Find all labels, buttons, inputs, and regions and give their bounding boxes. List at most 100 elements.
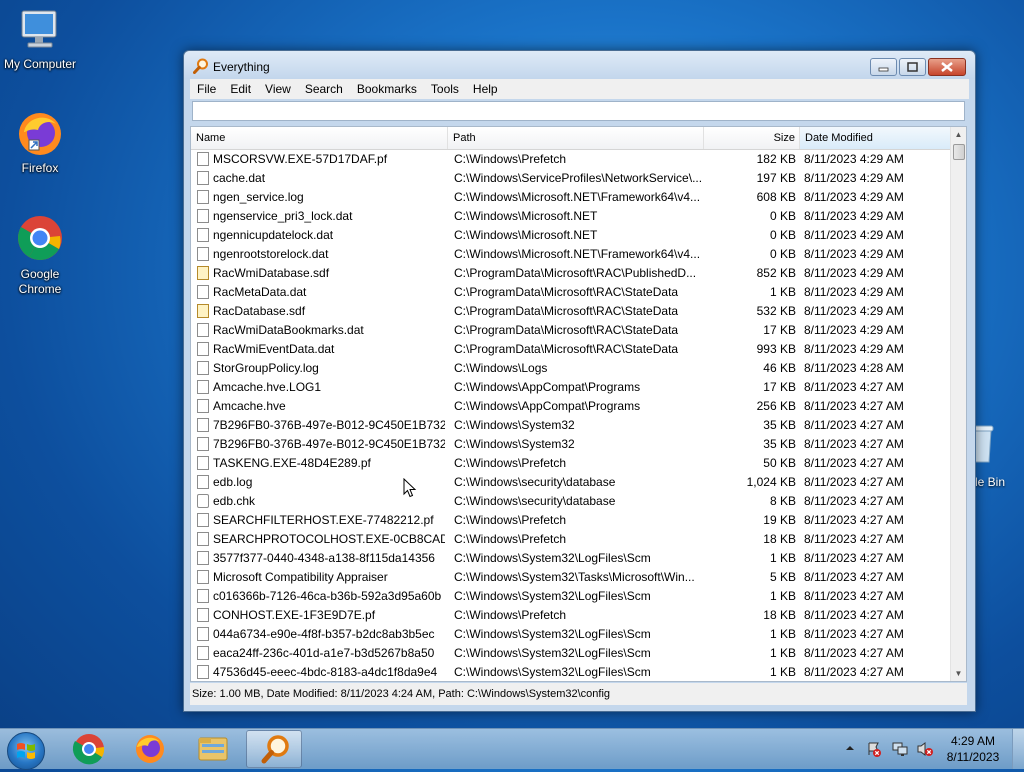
close-icon bbox=[941, 62, 953, 72]
maximize-icon bbox=[907, 62, 918, 72]
menu-tools[interactable]: Tools bbox=[424, 79, 466, 96]
chrome-taskbar-button[interactable] bbox=[61, 730, 117, 768]
table-row[interactable]: Microsoft Compatibility Appraiser C:\Wind… bbox=[191, 568, 953, 587]
table-row[interactable]: ngennicupdatelock.dat C:\Windows\Microsof… bbox=[191, 226, 953, 245]
cell-size: 1 KB bbox=[769, 627, 796, 641]
file-icon bbox=[197, 494, 209, 508]
cell-size: 35 KB bbox=[763, 437, 796, 451]
cell-name: RacWmiEventData.dat bbox=[213, 342, 335, 356]
table-row[interactable]: Amcache.hve.LOG1 C:\Windows\AppCompat\Pro… bbox=[191, 378, 953, 397]
cell-date-modified: 8/11/2023 4:27 AM bbox=[804, 627, 904, 641]
cell-date-modified: 8/11/2023 4:29 AM bbox=[804, 304, 904, 318]
cell-name: 7B296FB0-376B-497e-B012-9C450E1B7327... bbox=[213, 437, 445, 451]
table-row[interactable]: RacDatabase.sdf C:\ProgramData\Microsoft\… bbox=[191, 302, 953, 321]
menu-bookmarks[interactable]: Bookmarks bbox=[350, 79, 424, 96]
start-button[interactable] bbox=[7, 732, 45, 770]
cell-name: ngennicupdatelock.dat bbox=[213, 228, 334, 242]
table-row[interactable]: StorGroupPolicy.log C:\Windows\Logs 46 KB 8… bbox=[191, 359, 953, 378]
table-row[interactable]: RacWmiDatabase.sdf C:\ProgramData\Microso… bbox=[191, 264, 953, 283]
vertical-scrollbar[interactable]: ▲ ▼ bbox=[950, 127, 966, 681]
firefox-taskbar-button[interactable] bbox=[122, 730, 178, 768]
cell-size: 0 KB bbox=[769, 247, 796, 261]
explorer-taskbar-button[interactable] bbox=[185, 730, 241, 768]
table-row[interactable]: TASKENG.EXE-48D4E289.pf C:\Windows\Prefet… bbox=[191, 454, 953, 473]
menu-view[interactable]: View bbox=[258, 79, 298, 96]
file-icon bbox=[197, 456, 209, 470]
table-row[interactable]: RacWmiEventData.dat C:\ProgramData\Micros… bbox=[191, 340, 953, 359]
file-icon bbox=[197, 513, 209, 527]
maximize-button[interactable] bbox=[899, 58, 926, 76]
table-row[interactable]: SEARCHPROTOCOLHOST.EXE-0CB8CADE... C:\Win… bbox=[191, 530, 953, 549]
cell-path: C:\ProgramData\Microsoft\RAC\StateData bbox=[454, 323, 679, 337]
table-row[interactable]: RacWmiDataBookmarks.dat C:\ProgramData\Mi… bbox=[191, 321, 953, 340]
chrome-icon bbox=[72, 734, 105, 765]
file-icon bbox=[197, 570, 209, 584]
table-row[interactable]: ngenrootstorelock.dat C:\Windows\Microsof… bbox=[191, 245, 953, 264]
everything-taskbar-button[interactable] bbox=[246, 730, 302, 768]
cell-name: SEARCHPROTOCOLHOST.EXE-0CB8CADE... bbox=[213, 532, 445, 546]
menu-search[interactable]: Search bbox=[298, 79, 350, 96]
cell-date-modified: 8/11/2023 4:27 AM bbox=[804, 532, 904, 546]
menu-help[interactable]: Help bbox=[466, 79, 505, 96]
table-row[interactable]: edb.log C:\Windows\security\database 1,024… bbox=[191, 473, 953, 492]
desktop-icon-my-computer[interactable]: My Computer bbox=[0, 8, 80, 72]
table-row[interactable]: RacMetaData.dat C:\ProgramData\Microsoft\… bbox=[191, 283, 953, 302]
cell-path: C:\Windows\Microsoft.NET\Framework64\v4.… bbox=[454, 190, 701, 204]
clock-date: 8/11/2023 bbox=[946, 750, 1000, 764]
cell-path: C:\ProgramData\Microsoft\RAC\StateData bbox=[454, 304, 679, 318]
search-input[interactable] bbox=[192, 101, 965, 121]
column-header-path[interactable]: Path bbox=[448, 127, 704, 149]
table-row[interactable]: 044a6734-e90e-4f8f-b357-b2dc8ab3b5ec C:\W… bbox=[191, 625, 953, 644]
scroll-down-icon[interactable]: ▼ bbox=[951, 666, 966, 681]
table-row[interactable]: ngen_service.log C:\Windows\Microsoft.NET… bbox=[191, 188, 953, 207]
menu-edit[interactable]: Edit bbox=[223, 79, 258, 96]
show-hidden-icons-button[interactable] bbox=[843, 741, 857, 755]
column-header-size[interactable]: Size bbox=[704, 127, 800, 149]
database-file-icon bbox=[197, 304, 209, 318]
desktop-icon-google-chrome[interactable]: Google Chrome bbox=[0, 214, 80, 297]
close-button[interactable] bbox=[928, 58, 966, 76]
table-row[interactable]: 3577f377-0440-4348-a138-8f115da14356 C:\W… bbox=[191, 549, 953, 568]
scroll-thumb[interactable] bbox=[953, 144, 965, 160]
file-icon bbox=[197, 551, 209, 565]
cell-name: StorGroupPolicy.log bbox=[213, 361, 319, 375]
table-row[interactable]: ngenservice_pri3_lock.dat C:\Windows\Micr… bbox=[191, 207, 953, 226]
table-row[interactable]: 47536d45-eeec-4bdc-8183-a4dc1f8da9e4 C:\W… bbox=[191, 663, 953, 681]
file-icon bbox=[197, 532, 209, 546]
cell-size: 182 KB bbox=[756, 152, 796, 166]
column-header-name[interactable]: Name bbox=[191, 127, 448, 149]
desktop-icon-firefox[interactable]: Firefox bbox=[0, 110, 80, 176]
table-row[interactable]: SEARCHFILTERHOST.EXE-77482212.pf C:\Windo… bbox=[191, 511, 953, 530]
network-icon[interactable] bbox=[891, 741, 909, 760]
cell-path: C:\Windows\Logs bbox=[454, 361, 548, 375]
table-row[interactable]: MSCORSVW.EXE-57D17DAF.pf C:\Windows\Prefe… bbox=[191, 150, 953, 169]
scroll-up-icon[interactable]: ▲ bbox=[951, 127, 966, 142]
table-row[interactable]: c016366b-7126-46ca-b36b-592a3d95a60b C:\W… bbox=[191, 587, 953, 606]
table-row[interactable]: CONHOST.EXE-1F3E9D7E.pf C:\Windows\Prefet… bbox=[191, 606, 953, 625]
cell-path: C:\Windows\AppCompat\Programs bbox=[454, 399, 641, 413]
title-bar[interactable]: Everything bbox=[184, 51, 975, 79]
file-icon bbox=[197, 437, 209, 451]
cell-date-modified: 8/11/2023 4:27 AM bbox=[804, 399, 904, 413]
rows-container: MSCORSVW.EXE-57D17DAF.pf C:\Windows\Prefe… bbox=[191, 150, 953, 681]
computer-icon bbox=[18, 8, 62, 54]
cell-size: 1 KB bbox=[769, 589, 796, 603]
table-row[interactable]: 7B296FB0-376B-497e-B012-9C450E1B7327... C… bbox=[191, 416, 953, 435]
cell-path: C:\ProgramData\Microsoft\RAC\StateData bbox=[454, 285, 679, 299]
table-row[interactable]: edb.chk C:\Windows\security\database 8 KB 8… bbox=[191, 492, 953, 511]
column-header-date-modified[interactable]: Date Modified bbox=[800, 127, 953, 149]
table-row[interactable]: cache.dat C:\Windows\ServiceProfiles\Netw… bbox=[191, 169, 953, 188]
table-row[interactable]: 7B296FB0-376B-497e-B012-9C450E1B7327... C… bbox=[191, 435, 953, 454]
action-center-icon[interactable] bbox=[866, 741, 882, 760]
show-desktop-button[interactable] bbox=[1012, 729, 1024, 769]
cell-size: 1 KB bbox=[769, 551, 796, 565]
table-row[interactable]: Amcache.hve C:\Windows\AppCompat\Programs… bbox=[191, 397, 953, 416]
file-icon bbox=[197, 209, 209, 223]
minimize-button[interactable] bbox=[870, 58, 897, 76]
taskbar-clock[interactable]: 4:29 AM 8/11/2023 bbox=[940, 733, 1006, 765]
menu-file[interactable]: File bbox=[190, 79, 223, 96]
taskbar: 4:29 AM 8/11/2023 bbox=[0, 728, 1024, 770]
table-row[interactable]: eaca24ff-236c-401d-a1e7-b3d5267b8a50 C:\W… bbox=[191, 644, 953, 663]
volume-muted-icon[interactable] bbox=[916, 741, 934, 760]
cell-name: TASKENG.EXE-48D4E289.pf bbox=[213, 456, 371, 470]
